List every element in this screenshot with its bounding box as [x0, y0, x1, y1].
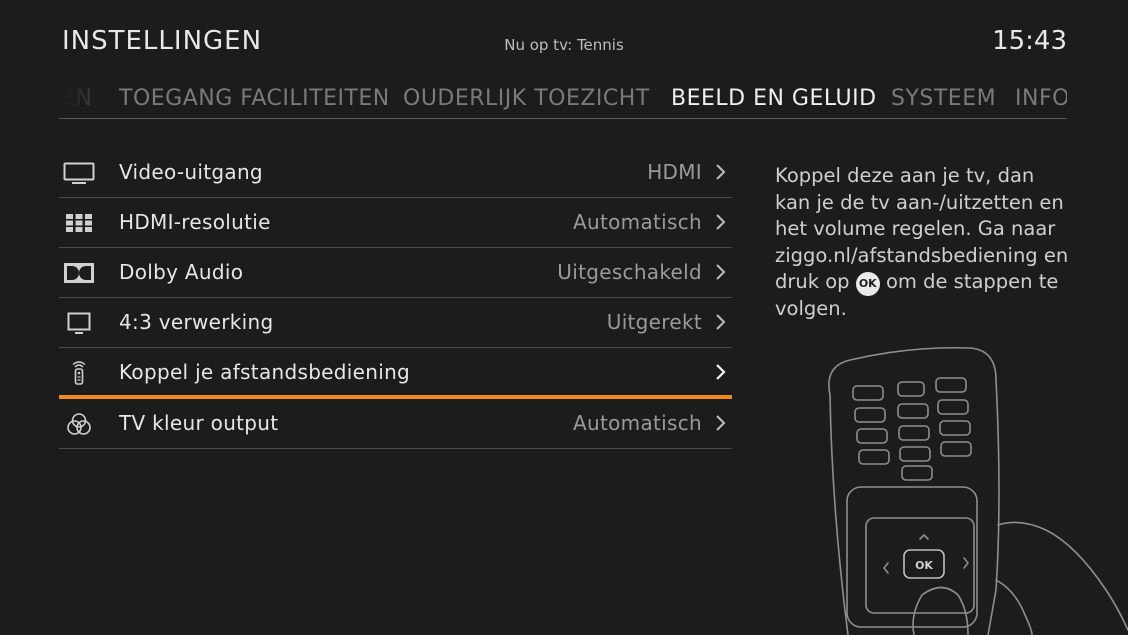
illustration-ok-label: OK	[915, 559, 933, 572]
now-on-tv-label: Nu op tv: Tennis	[504, 36, 624, 54]
chevron-right-icon	[716, 314, 726, 330]
tab-beeld-en-geluid[interactable]: BEELD EN GELUID	[671, 86, 877, 111]
menu-item-label: HDMI-resolutie	[119, 210, 271, 234]
remote-icon	[63, 360, 95, 386]
menu-item-hdmi-resolutie[interactable]: HDMI-resolutie Automatisch	[59, 198, 732, 248]
tab-info[interactable]: INFO	[1015, 86, 1067, 111]
menu-item-label: Koppel je afstandsbediening	[119, 360, 411, 384]
tab-ouderlijk-toezicht[interactable]: OUDERLIJK TOEZICHT	[403, 86, 650, 111]
menu-item-label: 4:3 verwerking	[119, 310, 274, 334]
settings-screen: INSTELLINGEN Nu op tv: Tennis 15:43 EN T…	[0, 0, 1128, 635]
menu-item-value: HDMI	[647, 160, 702, 184]
tab-partial[interactable]: EN	[61, 86, 92, 111]
menu-item-value: Uitgerekt	[606, 310, 702, 334]
grid-icon	[63, 210, 95, 236]
dolby-icon	[63, 260, 95, 286]
help-description: Koppel deze aan je tv, dan kan je de tv …	[775, 163, 1075, 323]
chevron-right-icon	[716, 415, 726, 431]
tab-systeem[interactable]: SYSTEEM	[891, 86, 996, 111]
menu-item-dolby-audio[interactable]: Dolby Audio Uitgeschakeld	[59, 248, 732, 298]
menu-item-tv-kleur-output[interactable]: TV kleur output Automatisch	[59, 399, 732, 449]
menu-item-label: Video-uitgang	[119, 160, 263, 184]
menu-item-value: Uitgeschakeld	[557, 260, 702, 284]
remote-hand-illustration: OK	[828, 346, 1128, 635]
menu-item-value: Automatisch	[573, 411, 702, 435]
menu-item-value: Automatisch	[573, 210, 702, 234]
screen-icon	[63, 310, 95, 336]
chevron-right-icon	[716, 214, 726, 230]
settings-menu: Video-uitgang HDMI HDMI-resolutie Automa…	[59, 148, 732, 449]
menu-item-video-uitgang[interactable]: Video-uitgang HDMI	[59, 148, 732, 198]
chevron-right-icon	[716, 264, 726, 280]
tab-toegang-faciliteiten[interactable]: TOEGANG FACILITEITEN	[119, 86, 390, 111]
clock: 15:43	[992, 26, 1067, 56]
chevron-right-icon	[716, 164, 726, 180]
settings-tabs: EN TOEGANG FACILITEITEN OUDERLIJK TOEZIC…	[59, 86, 1067, 119]
tv-icon	[63, 160, 95, 186]
menu-item-label: TV kleur output	[119, 411, 279, 435]
menu-item-4-3-verwerking[interactable]: 4:3 verwerking Uitgerekt	[59, 298, 732, 348]
color-circles-icon	[63, 411, 95, 437]
ok-button-icon: OK	[855, 272, 880, 296]
chevron-right-icon	[716, 364, 726, 380]
menu-item-koppel-afstandsbediening[interactable]: Koppel je afstandsbediening	[59, 348, 732, 399]
menu-item-label: Dolby Audio	[119, 260, 244, 284]
